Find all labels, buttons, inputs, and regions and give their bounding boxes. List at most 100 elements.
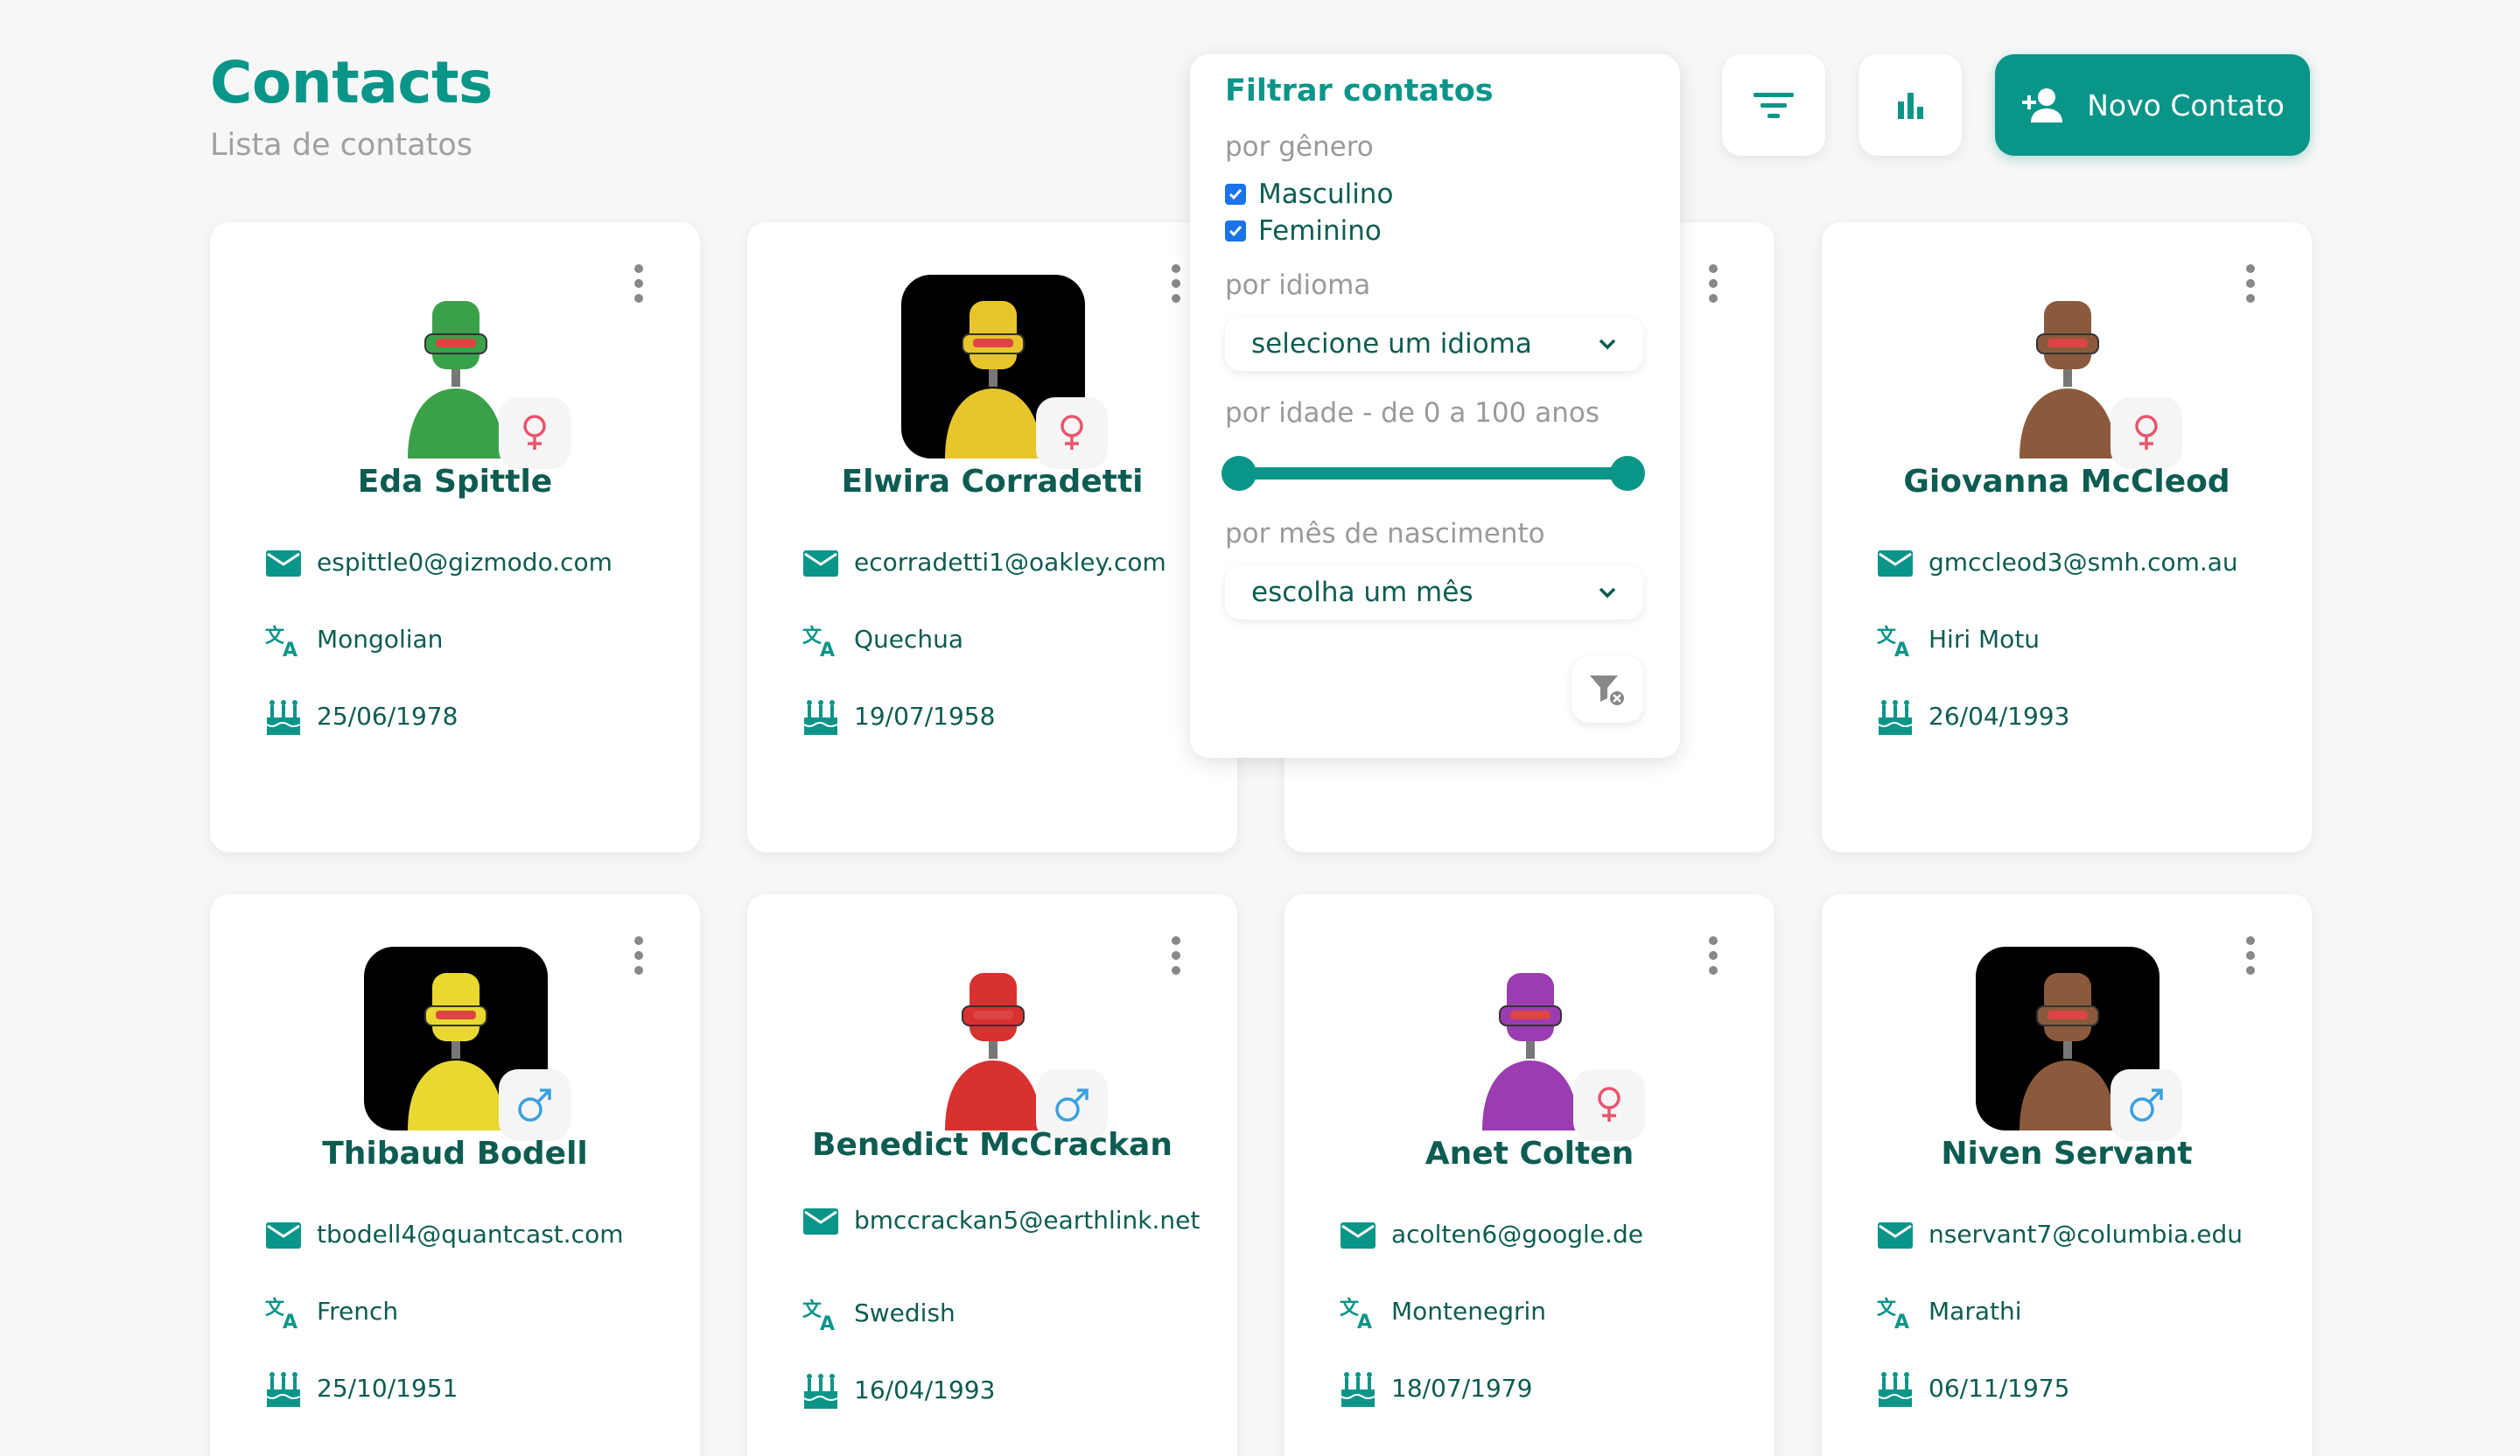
contact-birthdate: 25/06/1978 [317, 702, 458, 731]
month-filter-label: por mês de nascimento [1225, 518, 1545, 550]
contact-birthdate: 16/04/1993 [854, 1376, 996, 1404]
translate-icon: 文A [264, 621, 303, 660]
contact-language-row: 文 A Mongolian [264, 621, 674, 660]
cake-icon [264, 698, 303, 737]
contact-name: Thibaud Bodell [322, 1136, 588, 1172]
page-subtitle: Lista de contatos [210, 128, 473, 163]
contact-card[interactable]: Elwira Corradetti ecorradetti1@oakley.com… [747, 222, 1237, 852]
contact-language-row: 文 A Hiri Motu [1876, 621, 2286, 660]
avatar-container [1976, 947, 2182, 1141]
more-options-icon[interactable] [1706, 264, 1720, 303]
contact-birthdate: 18/07/1979 [1391, 1374, 1533, 1403]
svg-text:A: A [283, 640, 298, 658]
contact-birthdate: 19/07/1958 [854, 702, 996, 731]
language-filter-label: por idioma [1225, 270, 1371, 301]
svg-text:A: A [283, 1312, 298, 1330]
contact-card[interactable]: Benedict McCrackan bmccrackan5@earthlink.… [747, 894, 1237, 1456]
translate-icon: 文A [802, 1295, 840, 1334]
statistics-button[interactable] [1858, 54, 1962, 156]
contact-email-row: acolten6@google.de [1339, 1216, 1748, 1255]
contact-name: Eda Spittle [357, 464, 553, 500]
svg-text:A: A [820, 640, 835, 658]
cake-icon [1876, 1370, 1914, 1409]
chevron-down-icon [1599, 339, 1616, 350]
more-options-icon[interactable] [632, 264, 646, 303]
translate-icon: 文A [1876, 1293, 1914, 1332]
svg-text:A: A [1357, 1312, 1372, 1330]
cake-icon [802, 1372, 840, 1410]
more-options-icon[interactable] [1169, 936, 1183, 975]
contact-language: Quechua [854, 625, 964, 654]
contact-language: Montenegrin [1391, 1297, 1547, 1326]
contact-language: Mongolian [317, 625, 444, 654]
contact-email-row: tbodell4@quantcast.com [264, 1216, 674, 1255]
avatar-container [1438, 947, 1645, 1141]
translate-icon: 文A [1339, 1293, 1377, 1332]
email-icon [802, 544, 840, 583]
more-options-icon[interactable] [2244, 264, 2258, 303]
contacts-page: Contacts Lista de contatos Novo Contato … [0, 0, 2520, 1456]
contact-birthdate-row: 25/06/1978 [264, 698, 674, 737]
age-slider-min-thumb[interactable] [1222, 456, 1256, 491]
gender-filter-label: por gênero [1225, 131, 1374, 163]
contact-birthdate-row: 26/04/1993 [1876, 698, 2286, 737]
contact-email: nservant7@columbia.edu [1928, 1220, 2244, 1249]
contact-name: Benedict McCrackan [812, 1127, 1172, 1163]
translate-icon: 文A [264, 1293, 303, 1332]
chevron-down-icon [1599, 587, 1616, 598]
contact-birthdate: 26/04/1993 [1928, 702, 2070, 731]
checkbox-checked-icon[interactable] [1225, 220, 1246, 242]
more-options-icon[interactable] [1706, 936, 1720, 975]
svg-text:A: A [1894, 640, 1909, 658]
contact-card[interactable]: Eda Spittle espittle0@gizmodo.com 文 A Mongol… [210, 222, 700, 852]
avatar-container [901, 947, 1108, 1141]
contact-language-row: 文 A Swedish [802, 1295, 1211, 1334]
contact-card[interactable]: Giovanna McCleod gmccleod3@smh.com.au 文 A Hi… [1822, 222, 2312, 852]
age-slider-track[interactable] [1239, 467, 1628, 480]
contact-language: Hiri Motu [1928, 625, 2040, 654]
new-contact-button[interactable]: Novo Contato [1995, 54, 2310, 156]
language-select-value: selecione um idioma [1251, 328, 1532, 360]
email-icon [264, 1216, 303, 1255]
clear-filter-button[interactable] [1572, 656, 1643, 723]
contact-birthdate-row: 19/07/1958 [802, 698, 1211, 737]
contact-email-row: gmccleod3@smh.com.au [1876, 544, 2286, 583]
email-icon [1339, 1216, 1377, 1255]
contact-card[interactable]: Thibaud Bodell tbodell4@quantcast.com 文 A Fr… [210, 894, 700, 1456]
contact-birthdate-row: 16/04/1993 [802, 1372, 1211, 1410]
female-icon [1036, 397, 1108, 469]
checkbox-masculino[interactable]: Masculino [1225, 178, 1393, 210]
contact-email: gmccleod3@smh.com.au [1928, 548, 2238, 577]
month-select[interactable]: escolha um mês [1225, 565, 1643, 620]
avatar-container [901, 275, 1108, 469]
translate-icon: 文A [1876, 621, 1914, 660]
new-contact-label: Novo Contato [2087, 88, 2285, 122]
more-options-icon[interactable] [1169, 264, 1183, 303]
female-icon [1573, 1069, 1645, 1141]
contact-card[interactable]: Anet Colten acolten6@google.de 文 A Montenegr… [1284, 894, 1774, 1456]
more-options-icon[interactable] [632, 936, 646, 975]
contact-language-row: 文 A Marathi [1876, 1293, 2286, 1332]
contact-email: ecorradetti1@oakley.com [854, 548, 1166, 577]
checkbox-checked-icon[interactable] [1225, 184, 1246, 205]
cake-icon [264, 1370, 303, 1409]
cake-icon [1339, 1370, 1377, 1409]
female-icon [2110, 397, 2182, 469]
filter-button[interactable] [1722, 54, 1825, 156]
age-slider-max-thumb[interactable] [1610, 456, 1645, 491]
more-options-icon[interactable] [2244, 936, 2258, 975]
contact-card[interactable]: Niven Servant nservant7@columbia.edu 文 A Mar… [1822, 894, 2312, 1456]
clear-filter-icon [1590, 676, 1624, 705]
language-select[interactable]: selecione um idioma [1225, 317, 1643, 371]
checkbox-feminino[interactable]: Feminino [1225, 215, 1382, 247]
contact-language-row: 文 A Quechua [802, 621, 1211, 660]
contact-email: bmccrackan5@earthlink.net [854, 1206, 1200, 1235]
filter-title: Filtrar contatos [1225, 74, 1494, 108]
contact-language-row: 文 A French [264, 1293, 674, 1332]
avatar-container [364, 275, 570, 469]
age-filter-label: por idade - de 0 a 100 anos [1225, 397, 1600, 429]
contact-email: espittle0@gizmodo.com [317, 548, 612, 577]
email-icon [1876, 544, 1914, 583]
male-icon [2110, 1069, 2182, 1141]
email-icon [264, 544, 303, 583]
